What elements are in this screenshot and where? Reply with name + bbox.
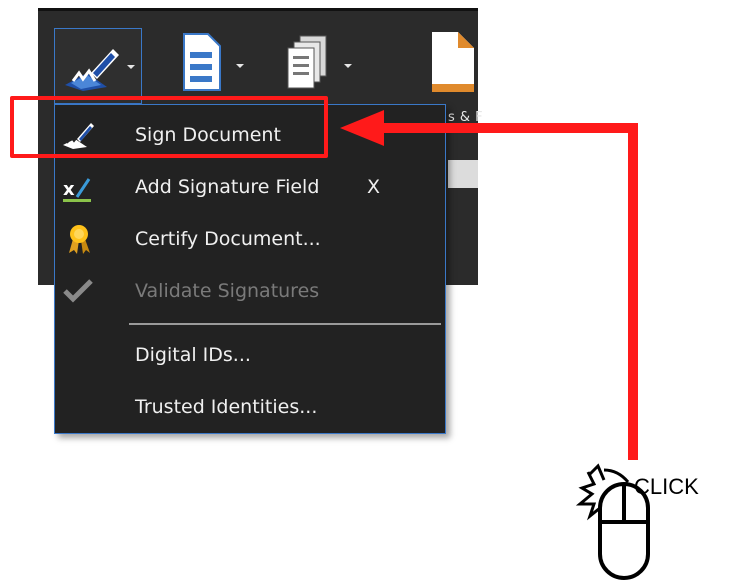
click-annotation-label: CLICK bbox=[634, 474, 699, 499]
mouse-click-icon bbox=[575, 463, 650, 580]
